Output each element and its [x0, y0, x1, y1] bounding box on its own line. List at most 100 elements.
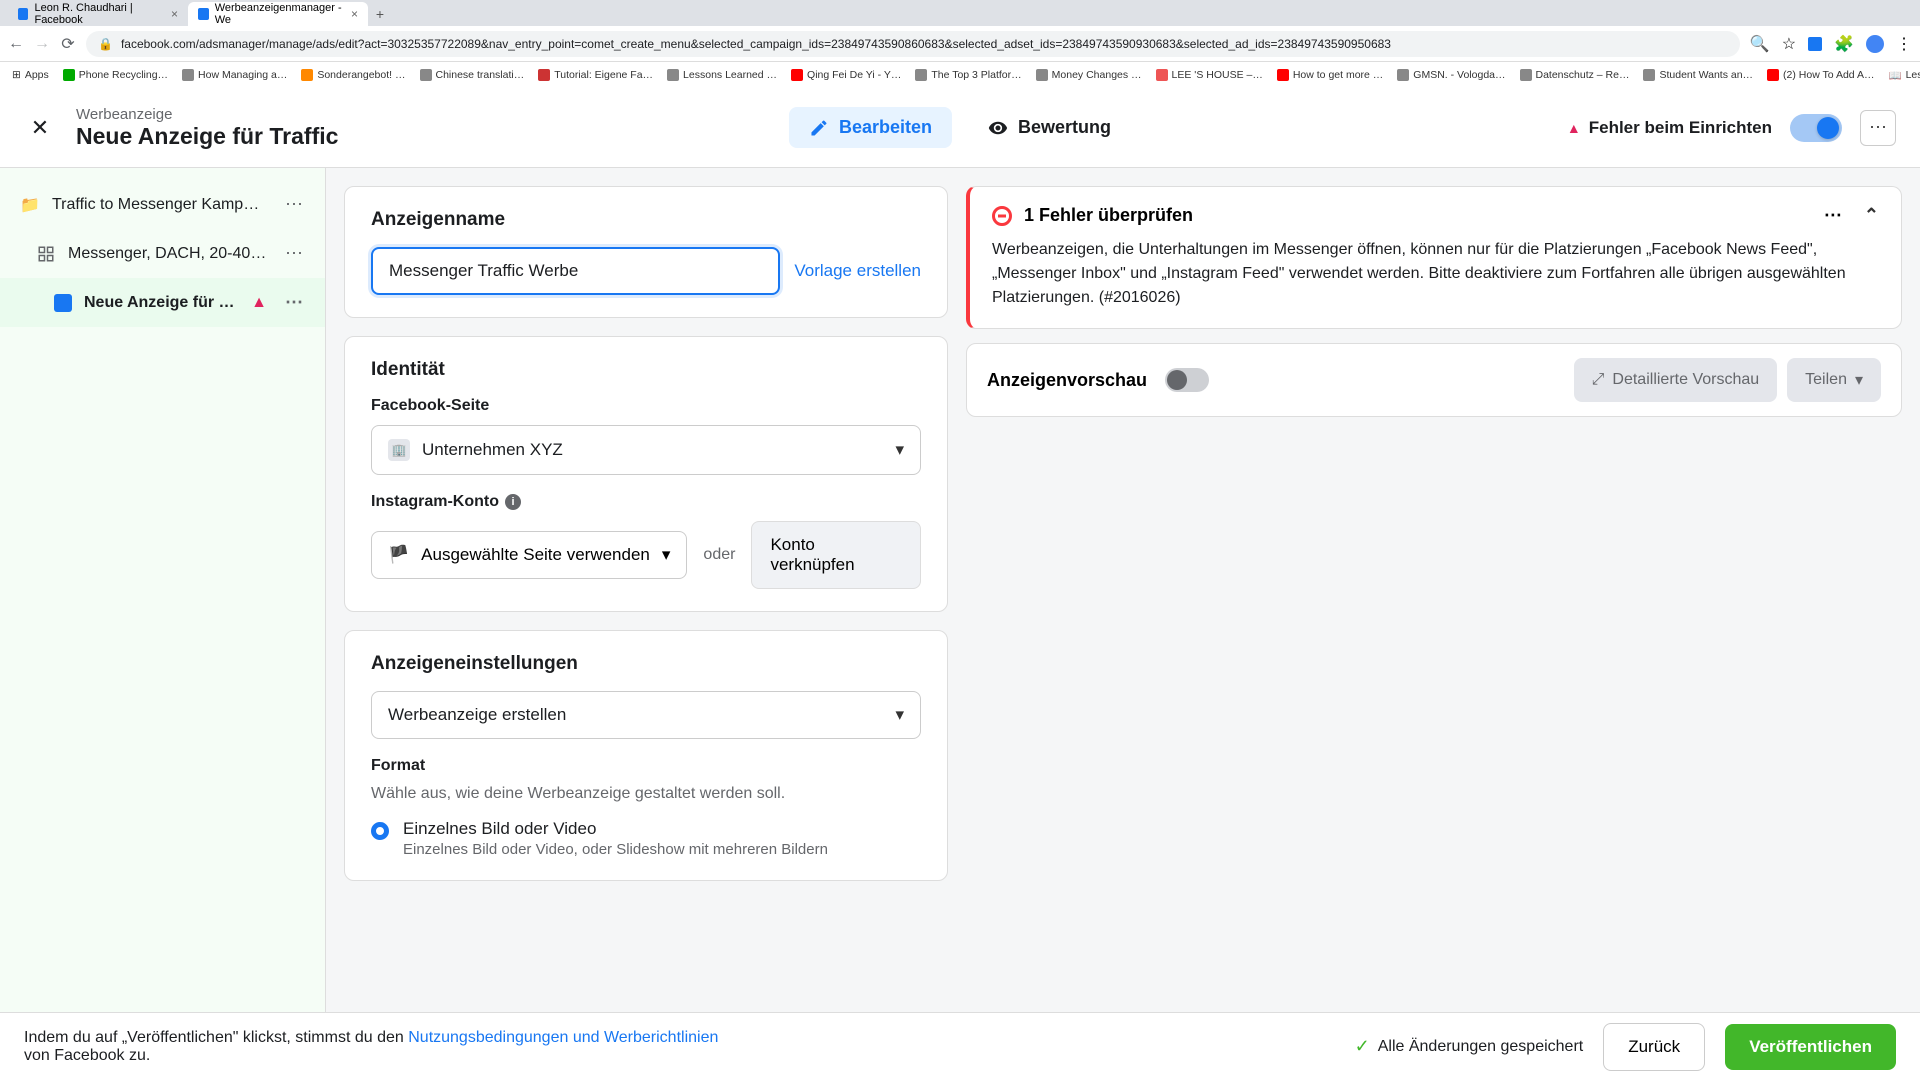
folder-icon: 📁: [20, 195, 40, 215]
radio-label: Einzelnes Bild oder Video: [403, 819, 828, 839]
bookmark-item[interactable]: Money Changes …: [1036, 69, 1142, 81]
detailed-preview-button[interactable]: ⤢ Detaillierte Vorschau: [1574, 358, 1778, 402]
error-body: Werbeanzeigen, die Unterhaltungen im Mes…: [992, 238, 1879, 310]
error-badge: ▲ Fehler beim Einrichten: [1567, 118, 1772, 138]
card-identity: Identität Facebook-Seite 🏢 Unternehmen X…: [344, 336, 948, 612]
bookmark-item[interactable]: Tutorial: Eigene Fa…: [538, 69, 653, 81]
or-text: oder: [703, 546, 735, 564]
expand-icon: ⤢: [1592, 371, 1605, 389]
ig-select[interactable]: 🏴 Ausgewählte Seite verwenden ▾: [371, 531, 687, 579]
radio-selected-icon: [371, 822, 389, 840]
sidebar-label: Messenger, DACH, 20-40, …: [68, 245, 267, 263]
tab-title: Leon R. Chaudhari | Facebook: [34, 2, 165, 26]
section-heading: Anzeigeneinstellungen: [371, 653, 921, 675]
url-text: facebook.com/adsmanager/manage/ads/edit?…: [121, 37, 1391, 51]
new-tab-button[interactable]: +: [368, 2, 392, 26]
bookmark-item[interactable]: How Managing a…: [182, 69, 287, 81]
bookmark-item[interactable]: LEE 'S HOUSE –…: [1156, 69, 1263, 81]
preview-title: Anzeigenvorschau: [987, 370, 1147, 391]
bookmark-item[interactable]: How to get more …: [1277, 69, 1383, 81]
sidebar-label: Traffic to Messenger Kampa…: [52, 196, 267, 214]
chevron-up-icon[interactable]: ⌃: [1864, 205, 1879, 226]
app-header: ✕ Werbeanzeige Neue Anzeige für Traffic …: [0, 88, 1920, 168]
footer-text: Indem du auf „Veröffentlichen" klickst, …: [24, 1029, 724, 1065]
close-icon[interactable]: ×: [171, 7, 178, 21]
bookmark-item[interactable]: Qing Fei De Yi - Y…: [791, 69, 901, 81]
bookmark-item[interactable]: (2) How To Add A…: [1767, 69, 1874, 81]
extension-icon[interactable]: [1808, 37, 1822, 51]
link-account-button[interactable]: Konto verknüpfen: [751, 521, 921, 589]
info-icon[interactable]: i: [505, 494, 521, 510]
close-icon[interactable]: ×: [351, 7, 358, 21]
menu-icon[interactable]: ⋮: [1896, 34, 1912, 54]
tab-title: Werbeanzeigenmanager - We: [215, 2, 345, 26]
ad-name-input[interactable]: [371, 247, 780, 295]
ad-type-select[interactable]: Werbeanzeige erstellen ▾: [371, 691, 921, 739]
create-template-link[interactable]: Vorlage erstellen: [794, 261, 921, 281]
chevron-down-icon: ▾: [1855, 370, 1863, 390]
tab-edit[interactable]: Bearbeiten: [789, 107, 952, 148]
avatar-icon[interactable]: [1866, 35, 1884, 53]
publish-button[interactable]: Veröffentlichen: [1725, 1024, 1896, 1070]
back-icon[interactable]: ←: [8, 36, 24, 52]
apps-button[interactable]: ⊞ Apps: [12, 69, 49, 81]
bookmark-item[interactable]: Student Wants an…: [1643, 69, 1753, 81]
button-label: Teilen: [1805, 371, 1847, 389]
bookmark-item[interactable]: Datenschutz – Re…: [1520, 69, 1630, 81]
bookmark-item[interactable]: The Top 3 Platfor…: [915, 69, 1021, 81]
tab-label: Bewertung: [1018, 117, 1111, 138]
preview-toggle-small[interactable]: [1165, 368, 1209, 392]
ig-label: Instagram-Konto i: [371, 493, 921, 511]
star-icon[interactable]: ☆: [1782, 34, 1796, 54]
saved-indicator: ✓ Alle Änderungen gespeichert: [1355, 1036, 1584, 1057]
error-heading: 1 Fehler überprüfen: [1024, 205, 1193, 226]
close-button[interactable]: ✕: [24, 112, 56, 144]
more-icon[interactable]: ⋯: [279, 194, 309, 215]
bookmark-item[interactable]: Phone Recycling…: [63, 69, 168, 81]
format-description: Wähle aus, wie deine Werbeanzeige gestal…: [371, 785, 921, 803]
dots-icon[interactable]: ⋯: [1824, 205, 1842, 226]
extension-icon[interactable]: 🧩: [1834, 34, 1854, 54]
chevron-down-icon: ▾: [895, 440, 904, 460]
sidebar-label: Neue Anzeige für Tr…: [84, 294, 239, 312]
reading-list[interactable]: 📖 Leseliste: [1888, 69, 1920, 82]
preview-bar: Anzeigenvorschau ⤢ Detaillierte Vorschau…: [966, 343, 1902, 417]
button-label: Detaillierte Vorschau: [1612, 371, 1759, 389]
back-button[interactable]: Zurück: [1603, 1023, 1705, 1071]
bookmark-item[interactable]: Sonderangebot! …: [301, 69, 405, 81]
facebook-icon: [198, 8, 209, 20]
browser-chrome: Leon R. Chaudhari | Facebook × Werbeanze…: [0, 0, 1920, 88]
more-icon[interactable]: ⋯: [279, 243, 309, 264]
radio-sublabel: Einzelnes Bild oder Video, oder Slidesho…: [403, 841, 828, 858]
sidebar-item-adset[interactable]: Messenger, DACH, 20-40, … ⋯: [0, 229, 325, 278]
forward-icon[interactable]: →: [34, 36, 50, 52]
section-heading: Anzeigenname: [371, 209, 921, 231]
sidebar-item-campaign[interactable]: 📁 Traffic to Messenger Kampa… ⋯: [0, 180, 325, 229]
preview-toggle[interactable]: [1790, 114, 1842, 142]
more-icon[interactable]: ⋯: [279, 292, 309, 313]
bookmark-item[interactable]: GMSN. - Vologda…: [1397, 69, 1505, 81]
reload-icon[interactable]: ⟳: [60, 36, 76, 52]
form-column: Anzeigenname Vorlage erstellen Identität…: [326, 168, 966, 1012]
tab-review[interactable]: Bewertung: [968, 107, 1131, 148]
pencil-icon: [809, 118, 829, 138]
tab-label: Bearbeiten: [839, 117, 932, 138]
header-titles: Werbeanzeige Neue Anzeige für Traffic: [76, 106, 338, 150]
fb-page-select[interactable]: 🏢 Unternehmen XYZ ▾: [371, 425, 921, 475]
zoom-icon[interactable]: 🔍: [1750, 34, 1770, 54]
sidebar-item-ad[interactable]: Neue Anzeige für Tr… ▲ ⋯: [0, 278, 325, 327]
error-header[interactable]: 1 Fehler überprüfen ⋯ ⌃: [992, 205, 1879, 226]
grid-icon: [36, 244, 56, 264]
bookmark-item[interactable]: Lessons Learned …: [667, 69, 777, 81]
browser-tab[interactable]: Leon R. Chaudhari | Facebook ×: [8, 2, 188, 26]
url-bar[interactable]: 🔒 facebook.com/adsmanager/manage/ads/edi…: [86, 31, 1740, 57]
terms-link[interactable]: Nutzungsbedingungen und Werberichtlinien: [408, 1029, 718, 1046]
header-right: ▲ Fehler beim Einrichten ⋯: [1567, 110, 1896, 146]
share-button[interactable]: Teilen ▾: [1787, 358, 1881, 402]
format-option-single[interactable]: Einzelnes Bild oder Video Einzelnes Bild…: [371, 819, 921, 858]
more-button[interactable]: ⋯: [1860, 110, 1896, 146]
fb-page-label: Facebook-Seite: [371, 397, 921, 415]
bookmark-item[interactable]: Chinese translati…: [420, 69, 525, 81]
chevron-down-icon: ▾: [895, 705, 904, 725]
browser-tab[interactable]: Werbeanzeigenmanager - We ×: [188, 2, 368, 26]
